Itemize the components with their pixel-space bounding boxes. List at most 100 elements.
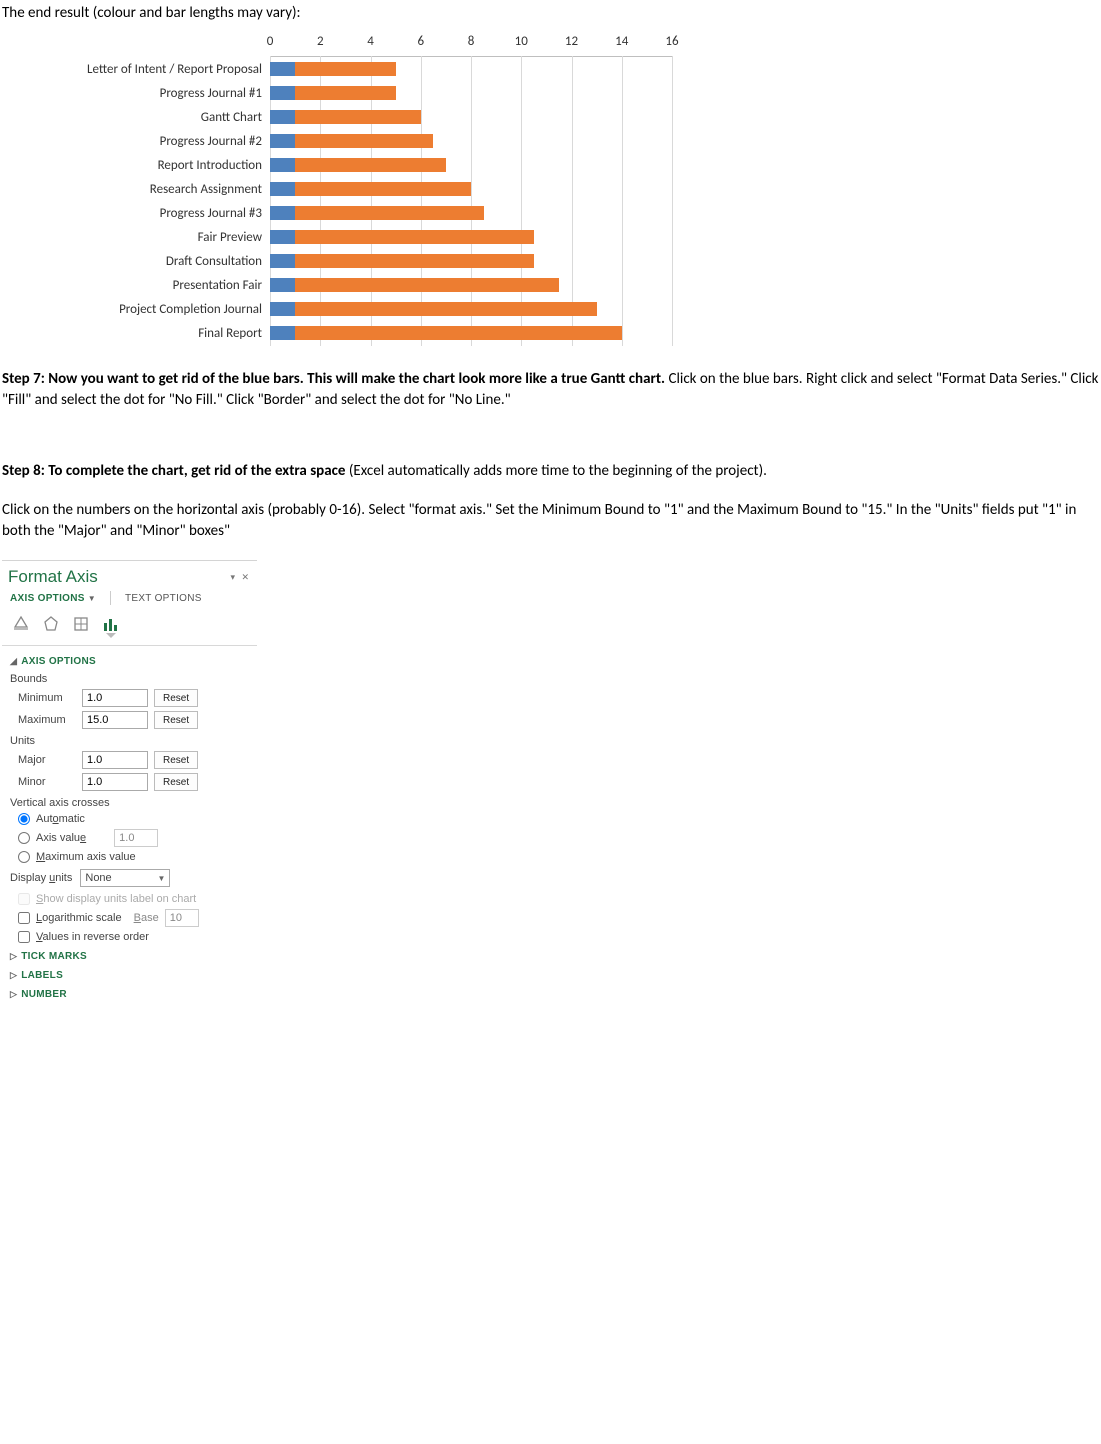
chart-category-label: Progress Journal #2 — [72, 134, 270, 149]
bar-start — [270, 206, 295, 220]
section-tick-marks[interactable]: ▷TICK MARKS — [2, 945, 257, 964]
minor-input[interactable] — [82, 773, 148, 791]
bar-start — [270, 62, 295, 76]
chart-category-label: Presentation Fair — [72, 278, 270, 293]
bar-start — [270, 326, 295, 340]
step7-bold: Step 7: Now you want to get rid of the b… — [2, 370, 665, 388]
minimum-reset-button[interactable]: Reset — [154, 689, 198, 707]
chart-row: Progress Journal #1 — [72, 81, 672, 105]
radio-automatic[interactable] — [18, 813, 30, 825]
tab-axis-options[interactable]: AXIS OPTIONS▼ — [10, 593, 96, 604]
chart-category-label: Progress Journal #3 — [72, 206, 270, 221]
maximum-label: Maximum — [10, 714, 76, 726]
vac-label: Vertical axis crosses — [2, 793, 257, 811]
major-label: Major — [10, 754, 76, 766]
chart-row: Final Report — [72, 321, 672, 345]
chart-row: Progress Journal #2 — [72, 129, 672, 153]
section-axis-options[interactable]: ◢AXIS OPTIONS — [2, 650, 257, 669]
step8-bold: Step 8: To complete the chart, get rid o… — [2, 462, 345, 480]
maximum-input[interactable] — [82, 711, 148, 729]
chart-row: Presentation Fair — [72, 273, 672, 297]
chart-category-label: Gantt Chart — [72, 110, 270, 125]
x-axis-ticks: 0246810121416 — [270, 34, 672, 56]
reverse-label: Values in reverse order — [36, 931, 149, 943]
x-axis-tick: 8 — [468, 34, 475, 49]
chart-category-label: Project Completion Journal — [72, 302, 270, 317]
bounds-label: Bounds — [2, 669, 257, 687]
bar-start — [270, 254, 295, 268]
reverse-checkbox[interactable] — [18, 931, 30, 943]
bar-duration — [295, 62, 396, 76]
bar-duration — [295, 110, 421, 124]
effects-icon[interactable] — [40, 613, 62, 635]
chart-category-label: Draft Consultation — [72, 254, 270, 269]
chevron-down-icon: ▼ — [88, 594, 96, 603]
axis-value-input[interactable] — [114, 829, 158, 847]
bar-start — [270, 86, 295, 100]
log-scale-checkbox[interactable] — [18, 912, 30, 924]
bar-duration — [295, 86, 396, 100]
radio-automatic-label: Automatic — [36, 813, 85, 825]
display-units-select[interactable]: None▼ — [80, 869, 170, 887]
x-axis-tick: 14 — [615, 34, 628, 49]
bar-start — [270, 134, 295, 148]
chart-row: Research Assignment — [72, 177, 672, 201]
step7-paragraph: Step 7: Now you want to get rid of the b… — [2, 369, 1099, 411]
bar-duration — [295, 134, 433, 148]
minimum-input[interactable] — [82, 689, 148, 707]
fill-line-icon[interactable] — [10, 613, 32, 635]
x-axis-tick: 2 — [317, 34, 324, 49]
radio-max-axis[interactable] — [18, 851, 30, 863]
major-input[interactable] — [82, 751, 148, 769]
bar-duration — [295, 278, 559, 292]
minimum-label: Minimum — [10, 692, 76, 704]
display-units-label: Display units — [10, 872, 72, 884]
log-base-input[interactable] — [165, 909, 199, 927]
log-base-label: Base — [134, 912, 159, 924]
radio-axis-value-label: Axis value — [36, 832, 86, 844]
x-axis-tick: 6 — [417, 34, 424, 49]
radio-max-axis-label: Maximum axis value — [36, 851, 136, 863]
section-number[interactable]: ▷NUMBER — [2, 983, 257, 1002]
step8-rest: (Excel automatically adds more time to t… — [345, 462, 766, 480]
radio-axis-value[interactable] — [18, 832, 30, 844]
show-du-label: Show display units label on chart — [36, 893, 196, 905]
expand-icon: ◢ — [10, 656, 17, 667]
x-axis-tick: 10 — [515, 34, 528, 49]
chart-category-label: Report Introduction — [72, 158, 270, 173]
log-scale-label: Logarithmic scale — [36, 912, 122, 924]
chart-category-label: Progress Journal #1 — [72, 86, 270, 101]
bar-start — [270, 158, 295, 172]
bar-duration — [295, 254, 534, 268]
chart-row: Fair Preview — [72, 225, 672, 249]
size-properties-icon[interactable] — [70, 613, 92, 635]
chevron-down-icon: ▼ — [157, 874, 165, 883]
bar-duration — [295, 206, 483, 220]
chart-category-label: Research Assignment — [72, 182, 270, 197]
bar-duration — [295, 182, 471, 196]
bar-start — [270, 182, 295, 196]
show-du-checkbox — [18, 893, 30, 905]
x-axis-tick: 0 — [267, 34, 274, 49]
chart-category-label: Final Report — [72, 326, 270, 341]
step8b-paragraph: Click on the numbers on the horizontal a… — [2, 500, 1099, 542]
chart-category-label: Fair Preview — [72, 230, 270, 245]
bar-start — [270, 278, 295, 292]
chart-row: Progress Journal #3 — [72, 201, 672, 225]
chart-row: Project Completion Journal — [72, 297, 672, 321]
bar-start — [270, 230, 295, 244]
tab-text-options[interactable]: TEXT OPTIONS — [125, 593, 202, 604]
bar-duration — [295, 326, 622, 340]
x-axis-tick: 4 — [367, 34, 374, 49]
major-reset-button[interactable]: Reset — [154, 751, 198, 769]
collapse-icon: ▷ — [10, 989, 17, 1000]
chart-category-label: Letter of Intent / Report Proposal — [72, 62, 270, 77]
axis-options-icon[interactable] — [100, 613, 122, 635]
pane-controls[interactable]: ▾ ✕ — [230, 572, 251, 583]
maximum-reset-button[interactable]: Reset — [154, 711, 198, 729]
section-labels[interactable]: ▷LABELS — [2, 964, 257, 983]
x-axis-tick: 12 — [565, 34, 578, 49]
format-axis-pane: Format Axis ▾ ✕ AXIS OPTIONS▼ TEXT OPTIO… — [2, 560, 257, 1008]
minor-reset-button[interactable]: Reset — [154, 773, 198, 791]
units-label: Units — [2, 731, 257, 749]
